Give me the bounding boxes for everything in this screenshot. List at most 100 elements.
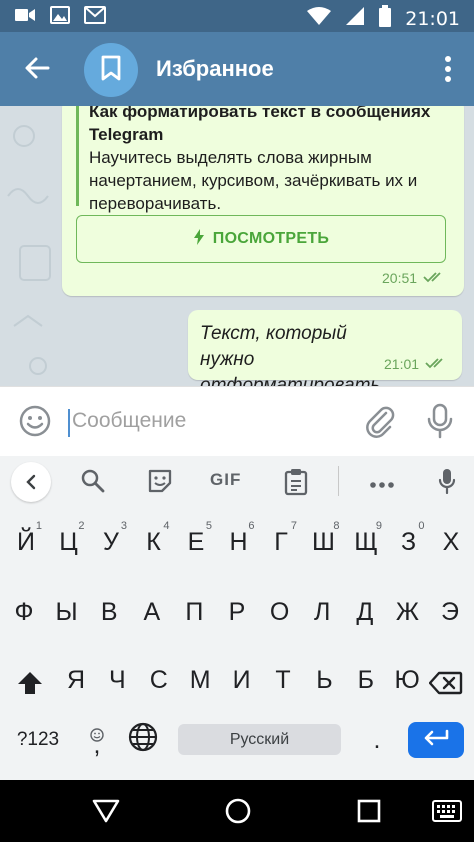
key-hint: 4	[163, 520, 170, 532]
enter-key[interactable]	[408, 722, 464, 758]
shift-key[interactable]	[10, 664, 50, 708]
message-meta: 21:01	[384, 356, 447, 372]
back-triangle-icon[interactable]	[92, 798, 120, 829]
toolbar-divider	[338, 466, 339, 496]
key[interactable]: Ю	[387, 658, 427, 702]
key-label: К	[146, 527, 161, 556]
navigation-bar	[0, 780, 474, 842]
keyboard: GIF Й1Ц2У3К4Е5Н6Г7Ш8Щ9З0Х ФЫВАПРОЛДЖЭ ЯЧ…	[0, 456, 474, 780]
key-hint: 3	[120, 520, 127, 532]
gif-button[interactable]: GIF	[210, 470, 241, 490]
wifi-icon	[307, 6, 332, 31]
key[interactable]: Ч	[97, 658, 137, 702]
key-label: Ц	[59, 527, 78, 556]
backspace-key[interactable]	[424, 664, 468, 708]
clock: 21:01	[405, 7, 460, 30]
message-time: 20:51	[382, 270, 418, 286]
key[interactable]: Ж	[387, 590, 427, 634]
symbols-key[interactable]: ?123	[8, 722, 68, 758]
message-text: Текст, который нужно отформатировать	[200, 323, 381, 386]
key[interactable]: П	[174, 590, 214, 634]
key[interactable]: В	[89, 590, 129, 634]
message-meta: 20:51	[382, 270, 445, 286]
key[interactable]: Й1	[6, 520, 46, 564]
arrow-left-icon[interactable]	[22, 53, 54, 85]
key-label: Е	[187, 527, 205, 556]
key-label: Ш	[312, 527, 335, 556]
link-preview[interactable]: Как форматировать текст в сообщениях Tel…	[76, 106, 446, 213]
battery-icon	[379, 5, 392, 32]
key[interactable]: Д	[345, 590, 385, 634]
microphone-icon[interactable]	[426, 403, 454, 444]
space-key[interactable]: Русский	[178, 724, 341, 755]
keyboard-switch-icon[interactable]	[432, 800, 462, 827]
key-hint: 0	[418, 520, 425, 532]
chat-header: Избранное	[0, 32, 474, 106]
incoming-message[interactable]: Как форматировать текст в сообщениях Tel…	[62, 106, 464, 296]
home-circle-icon[interactable]	[224, 797, 252, 830]
key[interactable]: Т	[263, 658, 303, 702]
key[interactable]: О	[260, 590, 300, 634]
key[interactable]: З0	[389, 520, 429, 564]
language-key[interactable]	[124, 722, 162, 758]
message-input[interactable]: Сообщение	[72, 409, 186, 433]
gmail-icon	[84, 6, 106, 29]
key[interactable]: С	[139, 658, 179, 702]
emoji-icon[interactable]	[18, 404, 52, 443]
key[interactable]: Ц2	[49, 520, 89, 564]
key[interactable]: Я	[56, 658, 96, 702]
chevron-left-icon[interactable]	[11, 462, 51, 502]
microphone-icon[interactable]	[438, 468, 456, 499]
key[interactable]: К4	[134, 520, 174, 564]
link-preview-description: Научитесь выделять слова жирным начертан…	[89, 148, 418, 213]
double-check-icon	[423, 270, 445, 286]
key[interactable]: Б	[346, 658, 386, 702]
comma-key[interactable]: ,	[80, 720, 114, 759]
key[interactable]: Л	[302, 590, 342, 634]
key-label: Н	[229, 527, 248, 556]
chat-title[interactable]: Избранное	[156, 56, 274, 82]
key[interactable]: Щ9	[346, 520, 386, 564]
outgoing-message[interactable]: Текст, который нужно отформатировать 21:…	[188, 310, 462, 386]
key-label: Г	[274, 527, 288, 556]
chat-area[interactable]: Как форматировать текст в сообщениях Tel…	[0, 106, 474, 386]
key[interactable]: И	[222, 658, 262, 702]
key[interactable]: Е5	[176, 520, 216, 564]
more-horizontal-icon[interactable]	[370, 476, 394, 494]
view-button-label: ПОСМОТРЕТЬ	[212, 230, 330, 247]
key[interactable]: Г7	[261, 520, 301, 564]
key-label: З	[400, 527, 417, 556]
key-label: Х	[442, 527, 460, 556]
key-hint: 5	[205, 520, 212, 532]
key-hint: 1	[35, 520, 42, 532]
view-instant-button[interactable]: ПОСМОТРЕТЬ	[76, 215, 446, 263]
key[interactable]: Э	[430, 590, 470, 634]
double-check-icon	[425, 356, 447, 372]
backspace-icon	[428, 671, 463, 702]
key[interactable]: У3	[91, 520, 131, 564]
avatar[interactable]	[84, 43, 138, 97]
key[interactable]: А	[132, 590, 172, 634]
sticker-icon[interactable]	[147, 468, 173, 499]
video-icon	[14, 6, 36, 29]
key[interactable]: Ф	[4, 590, 44, 634]
status-bar: 21:01	[0, 0, 474, 32]
key[interactable]: Ь	[304, 658, 344, 702]
period-key[interactable]: .	[360, 722, 394, 758]
search-icon[interactable]	[80, 468, 106, 499]
key[interactable]: М	[180, 658, 220, 702]
enter-icon	[422, 729, 450, 752]
paperclip-icon[interactable]	[364, 404, 396, 443]
recents-square-icon[interactable]	[356, 798, 382, 829]
key[interactable]: Н6	[219, 520, 259, 564]
more-vertical-icon[interactable]	[444, 54, 452, 84]
key[interactable]: Р	[217, 590, 257, 634]
key-hint: 7	[290, 520, 297, 532]
key[interactable]: Ы	[47, 590, 87, 634]
key[interactable]: Ш8	[304, 520, 344, 564]
emoji-small-icon	[90, 720, 104, 749]
clipboard-icon[interactable]	[284, 468, 308, 501]
key[interactable]: Х	[431, 520, 471, 564]
key-hint: 2	[78, 520, 85, 532]
bookmark-icon	[100, 55, 122, 86]
